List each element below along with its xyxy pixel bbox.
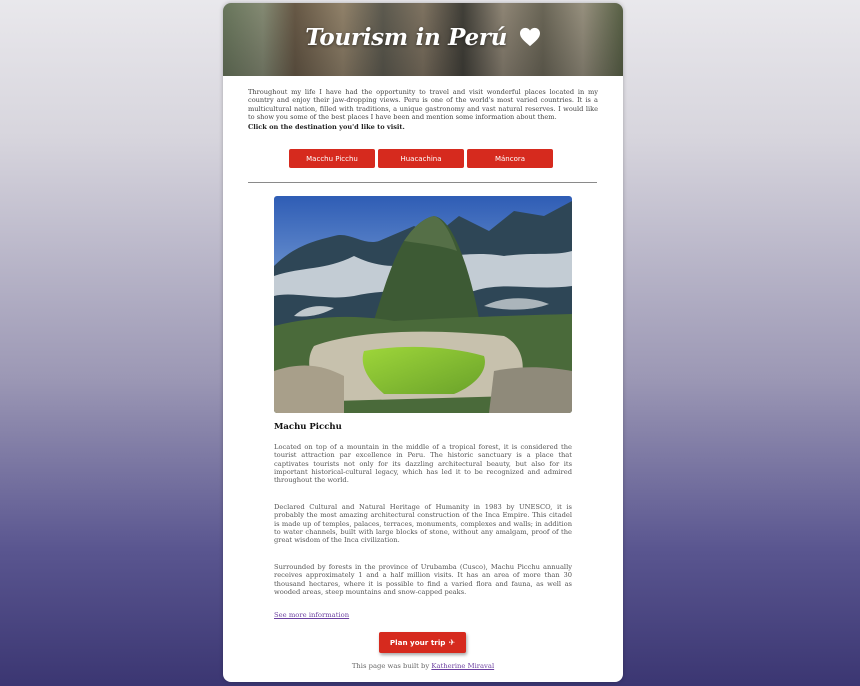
destination-button-huacachina[interactable]: Huacachina [378,149,464,168]
destination-button-mancora[interactable]: Máncora [467,149,553,168]
machu-picchu-image [274,196,572,413]
destination-buttons: Macchu Picchu Huacachina Máncora [289,149,553,168]
plan-trip-label: Plan your trip [389,638,446,647]
footer: This page was built by Katherine Miraval [223,662,623,670]
footer-text: This page was built by [351,662,432,670]
destination-paragraph: Declared Cultural and Natural Heritage o… [274,503,572,545]
page-title-text: Tourism in Perú [305,24,508,51]
destination-photo [274,196,572,413]
destination-title: Machu Picchu [274,422,342,432]
plan-trip-button[interactable]: Plan your trip ✈ [379,632,466,653]
author-link[interactable]: Katherine Miraval [431,662,494,670]
page-title: Tourism in Perú [223,24,623,51]
see-more-link[interactable]: See more information [274,611,349,619]
header-banner: Tourism in Perú [223,3,623,76]
destination-paragraph: Located on top of a mountain in the midd… [274,443,572,485]
destination-button-machu-picchu[interactable]: Macchu Picchu [289,149,375,168]
intro-cta: Click on the destination you'd like to v… [248,122,405,131]
divider [248,182,597,183]
heart-icon [519,27,540,47]
intro-text: Throughout my life I have had the opport… [248,88,598,131]
main-card: Tourism in Perú Throughout my life I hav… [223,3,623,682]
destination-paragraph: Surrounded by forests in the province of… [274,563,572,596]
intro-paragraph: Throughout my life I have had the opport… [248,88,598,122]
airplane-icon: ✈ [448,638,456,647]
